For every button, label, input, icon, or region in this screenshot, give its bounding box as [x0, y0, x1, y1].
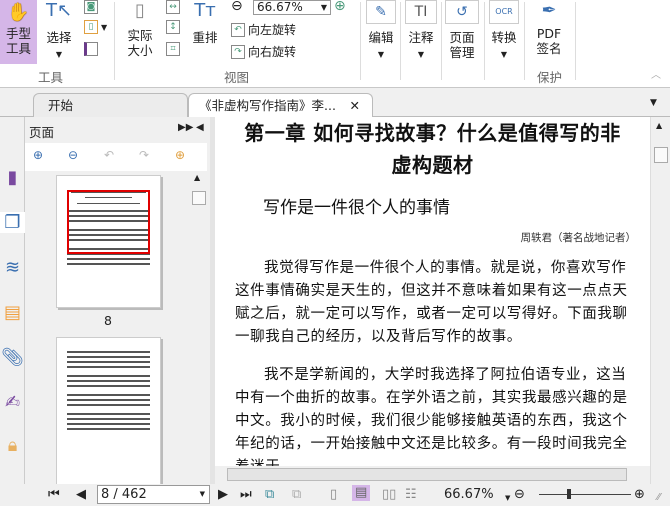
shrink-thumbnail-icon[interactable]: ⊖	[68, 148, 78, 162]
first-page-icon[interactable]: ⏮	[48, 487, 60, 503]
zoom-in-icon[interactable]: ⊕	[334, 0, 346, 14]
zoom-slider[interactable]	[539, 489, 631, 499]
paragraph: 我觉得写作是一件很个人的事情。就是说，你喜欢写作这件事情确实是天生的，但这并不意…	[235, 260, 628, 345]
fit-width-button[interactable]: ↔	[166, 0, 180, 14]
facing-page-icon[interactable]: ▯▯	[382, 487, 396, 503]
panel-toolbar: ⊕ ⊖ ↶ ↷ ⊕	[25, 143, 207, 171]
annotate-icon: TI	[405, 0, 437, 24]
rotate-left-button[interactable]: ↶ 向左旋转	[231, 21, 296, 38]
single-page-icon[interactable]: ▯	[330, 487, 337, 503]
fit-visible-icon: ⌗	[166, 42, 180, 56]
expand-panel-icon[interactable]: ▶▶	[178, 122, 193, 133]
bookmark-button[interactable]	[84, 42, 98, 56]
document-view: 第一章 如何寻找故事？什么是值得写的非虚构题材 写作是一件很个人的事情 周轶君（…	[215, 117, 650, 484]
page-icon: ▯	[135, 0, 145, 21]
clipboard-icon: ▯	[84, 20, 98, 34]
section-subtitle: 写作是一件很个人的事情	[263, 198, 450, 218]
hand-tool-button[interactable]: ✋ 手型 工具	[0, 0, 37, 64]
rotate-right-page-icon[interactable]: ↷	[139, 148, 149, 162]
fit-visible-button[interactable]: ⌗	[166, 42, 180, 56]
insert-page-icon[interactable]: ⊕	[175, 148, 185, 162]
pages-panel: 页面 ▶▶ ◀ ⊕ ⊖ ↶ ↷ ⊕ 8 ▲	[25, 117, 210, 487]
page-thumbnail-9[interactable]	[56, 337, 161, 487]
zoom-in-icon[interactable]: ⊕	[634, 487, 645, 503]
convert-button[interactable]: OCR 转换 ▼	[489, 0, 519, 62]
reflow-button[interactable]: Tт 重排	[190, 0, 220, 45]
previous-view-icon[interactable]: ⧉	[265, 487, 274, 503]
group-label-view: 视图	[224, 70, 250, 85]
visible-area-highlight	[67, 190, 150, 254]
previous-page-icon[interactable]: ◀	[76, 487, 86, 503]
zoom-out-icon[interactable]: ⊖	[231, 0, 243, 14]
enlarge-thumbnail-icon[interactable]: ⊕	[33, 148, 43, 162]
fit-width-icon: ↔	[166, 0, 180, 14]
tab-document[interactable]: 《非虚构写作指南》李... ✕	[188, 93, 373, 117]
rotate-right-button[interactable]: ↷ 向右旋转	[231, 43, 296, 60]
continuous-facing-icon[interactable]: ☷	[405, 487, 417, 503]
bookmark-panel-icon[interactable]: ▮	[0, 167, 25, 188]
zoom-select[interactable]: 66.67% ▼	[253, 0, 331, 15]
tab-start[interactable]: 开始	[33, 93, 188, 117]
fit-page-icon: ↕	[166, 20, 180, 34]
page-manage-button[interactable]: ↺ 页面 管理	[445, 0, 479, 60]
page-number-input[interactable]: 8 / 462 ▼	[97, 485, 210, 504]
next-view-icon[interactable]: ⧉	[292, 487, 301, 503]
clipboard-button[interactable]: ▯ ▼	[84, 20, 107, 34]
resize-grip-icon[interactable]: ⁄⁄	[657, 490, 660, 506]
signature-panel-icon[interactable]: ✍	[0, 392, 25, 413]
group-label-protect: 保护	[537, 70, 563, 85]
pages-panel-icon[interactable]: ❐	[0, 212, 25, 233]
select-button[interactable]: T↖ 选择 ▼	[42, 0, 76, 62]
chevron-down-icon: ▼	[320, 3, 327, 12]
layers-panel-icon[interactable]: ≋	[0, 257, 25, 278]
last-page-icon[interactable]: ⏭	[240, 487, 252, 503]
next-page-icon[interactable]: ▶	[218, 487, 228, 503]
reflow-icon: Tт	[194, 0, 216, 21]
tab-list-dropdown-icon[interactable]: ▼	[650, 98, 657, 108]
edit-icon: ✎	[366, 0, 396, 24]
close-tab-icon[interactable]: ✕	[350, 94, 360, 118]
hand-icon: ✋	[7, 2, 30, 23]
snapshot-button[interactable]: ◙	[84, 0, 98, 14]
zoom-out-icon[interactable]: ⊖	[514, 487, 525, 503]
zoom-slider-handle[interactable]	[567, 489, 572, 499]
tab-bar: 开始 《非虚构写作指南》李... ✕ ▼	[0, 88, 670, 117]
zoom-level[interactable]: 66.67%	[444, 487, 494, 503]
pdf-sign-button[interactable]: ✒ PDF 签名	[534, 0, 564, 56]
lock-panel-icon[interactable]: 🔒︎	[0, 435, 25, 456]
pen-icon: ✒	[541, 0, 557, 21]
page-thumbnail-8[interactable]	[56, 175, 161, 308]
edit-button[interactable]: ✎ 编辑 ▼	[366, 0, 396, 62]
rotate-left-icon: ↶	[231, 22, 245, 37]
attachment-panel-icon[interactable]: 📎︎	[0, 347, 25, 368]
page-rotate-icon: ↺	[445, 0, 479, 24]
rotate-right-icon: ↷	[231, 44, 245, 59]
document-horizontal-scrollbar[interactable]	[215, 466, 650, 484]
actual-size-button[interactable]: ▯ 实际 大小	[124, 0, 156, 58]
ribbon: ✋ 手型 工具 T↖ 选择 ▼ ◙ ▯ ▼ 工具 ▯ 实际 大小 ↔ ↕ ⌗ Tт …	[0, 0, 670, 88]
thumbnail-page-number: 8	[104, 313, 112, 328]
comments-panel-icon[interactable]: ▤	[0, 302, 25, 323]
collapse-panel-icon[interactable]: ◀	[196, 122, 204, 133]
thumbnail-scrollbar[interactable]: ▲	[191, 171, 207, 484]
author-line: 周轶君（著名战地记者）	[520, 232, 637, 244]
document-vertical-scrollbar[interactable]: ▲	[650, 117, 670, 484]
ocr-icon: OCR	[489, 0, 519, 24]
paragraph: 我不是学新闻的，大学时我选择了阿拉伯语专业，这当中有一个曲折的故事。在学外语之前…	[235, 367, 628, 475]
group-label-tools: 工具	[38, 70, 64, 85]
panel-title: 页面	[29, 125, 55, 140]
rotate-left-page-icon[interactable]: ↶	[104, 148, 114, 162]
side-rail: ▮ ❐ ≋ ▤ 📎︎ ✍ 🔒︎	[0, 117, 25, 484]
text-select-icon: T↖	[45, 0, 73, 21]
collapse-ribbon-icon[interactable]: ︿	[651, 66, 661, 81]
chapter-title: 第一章 如何寻找故事？什么是值得写的非虚构题材	[244, 121, 621, 177]
status-bar: ⏮ ◀ 8 / 462 ▼ ▶ ⏭ ⧉ ⧉ ▯ ▤ ▯▯ ☷ 66.67% ▼ ⊖…	[0, 484, 670, 506]
annotate-button[interactable]: TI 注释 ▼	[405, 0, 437, 62]
bookmark-icon	[84, 42, 98, 56]
continuous-page-icon[interactable]: ▤	[352, 485, 371, 501]
camera-icon: ◙	[84, 0, 98, 14]
fit-page-button[interactable]: ↕	[166, 20, 180, 34]
zoom-dropdown-icon[interactable]: ▼	[505, 490, 510, 506]
